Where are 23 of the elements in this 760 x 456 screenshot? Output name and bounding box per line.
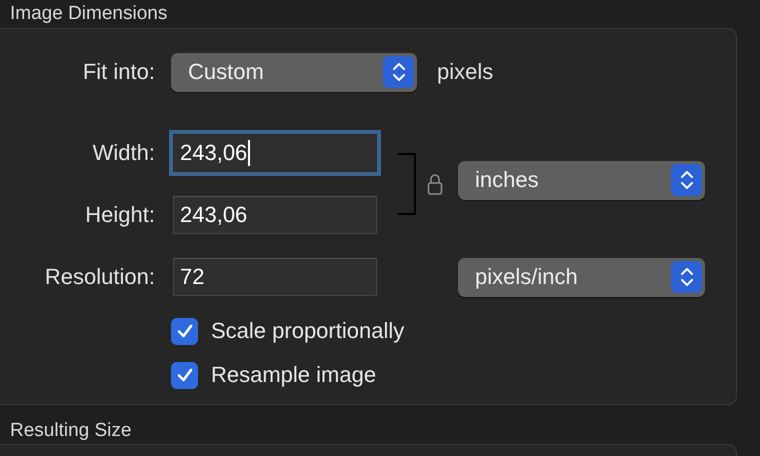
popup-button[interactable]: inches <box>458 160 705 200</box>
checkmark-icon <box>176 366 194 384</box>
bracket-icon <box>397 153 417 215</box>
popup-button[interactable]: Custom <box>171 52 417 92</box>
checkbox[interactable] <box>171 318 198 344</box>
field-label: Fit into: <box>82 59 156 85</box>
checkmark-icon <box>176 322 194 340</box>
checkbox-label: Scale proportionally <box>211 318 404 344</box>
unit-label: pixels <box>437 59 494 85</box>
chevron-icon <box>680 169 694 191</box>
section-title: Resulting Size <box>9 419 132 443</box>
field-label: Height: <box>84 202 156 228</box>
field-label: Width: <box>92 140 156 166</box>
checkbox[interactable] <box>171 362 198 388</box>
lock-icon <box>427 172 443 196</box>
chevron-icon <box>392 61 406 83</box>
section-title: Image Dimensions <box>9 2 168 26</box>
input-field[interactable]: 72 <box>173 258 377 296</box>
field-label: Resolution: <box>44 264 156 290</box>
checkbox-label: Resample image <box>211 362 376 388</box>
chevron-icon <box>680 266 694 288</box>
input-field[interactable]: 243,06 <box>173 196 377 234</box>
popup-button[interactable]: pixels/inch <box>458 258 705 296</box>
